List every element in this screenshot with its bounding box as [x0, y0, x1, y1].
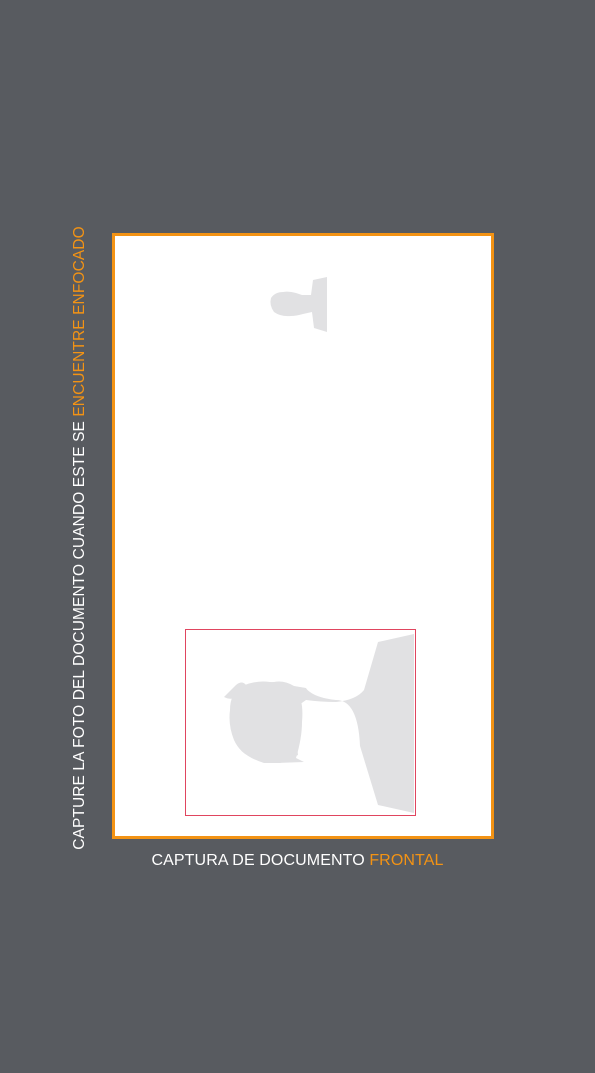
large-portrait-silhouette-icon: [224, 634, 414, 813]
photo-area: [185, 629, 416, 816]
capture-instruction: CAPTURE LA FOTO DEL DOCUMENTO CUANDO EST…: [67, 226, 93, 850]
small-portrait-silhouette-icon: [270, 277, 327, 332]
caption-highlight: FRONTAL: [369, 852, 444, 869]
instruction-prefix: CAPTURE LA FOTO DEL DOCUMENTO CUANDO EST…: [71, 416, 88, 850]
capture-screen: { "instruction": { "prefix": "CAPTURE LA…: [0, 0, 595, 1073]
document-frame: [112, 233, 494, 839]
caption-prefix: CAPTURA DE DOCUMENTO: [151, 852, 370, 869]
capture-caption: CAPTURA DE DOCUMENTO FRONTAL: [0, 852, 595, 870]
instruction-highlight: ENCUENTRE ENFOCADO: [71, 225, 88, 417]
